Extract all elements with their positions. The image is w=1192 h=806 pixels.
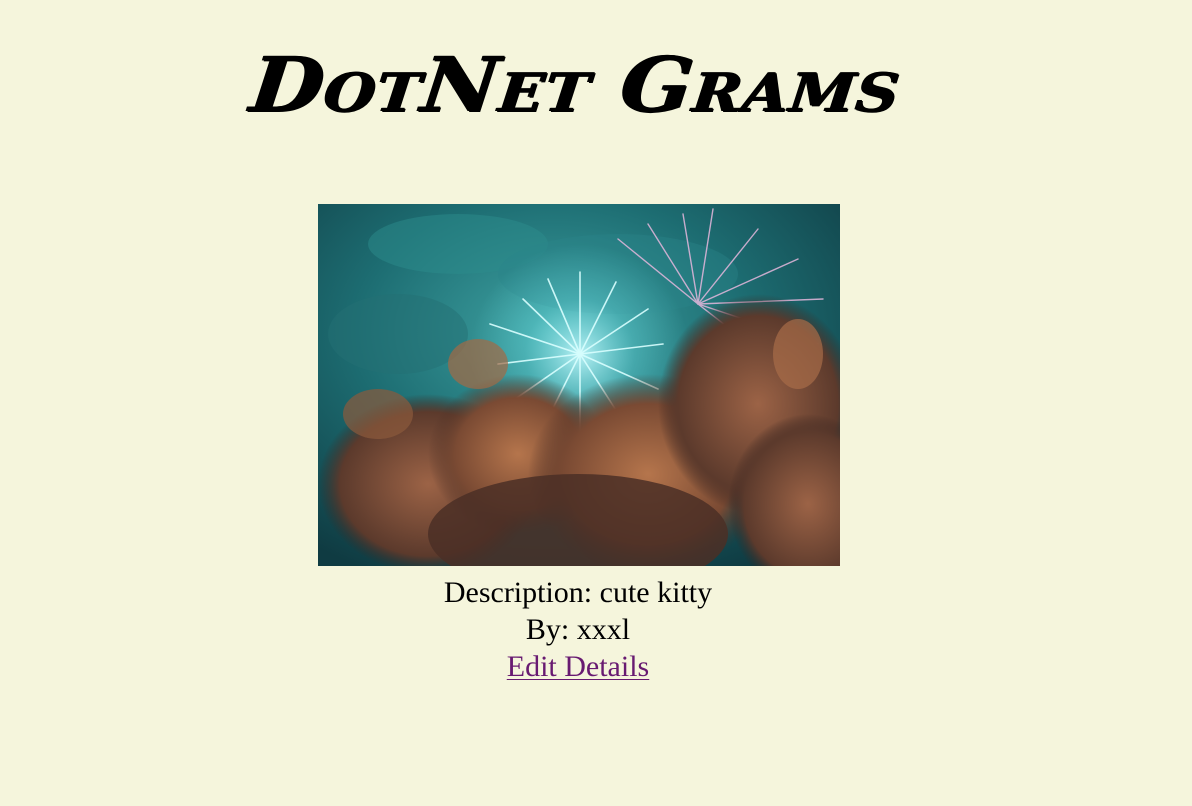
edit-details-link[interactable]: Edit Details [507,650,649,683]
post-card: Description: cute kitty By: xxxl Edit De… [318,204,840,685]
edit-line: Edit Details [318,648,838,685]
description-label: Description: [443,576,593,609]
post-meta: Description: cute kitty By: xxxl Edit De… [318,574,840,685]
post-photo [318,204,840,566]
author-label: By: [525,613,570,646]
author-value: xxxl [576,613,631,646]
site-title: DotNet Grams [246,40,906,130]
author-line: By: xxxl [318,611,838,648]
description-value: cute kitty [599,576,713,609]
description-line: Description: cute kitty [318,574,838,611]
